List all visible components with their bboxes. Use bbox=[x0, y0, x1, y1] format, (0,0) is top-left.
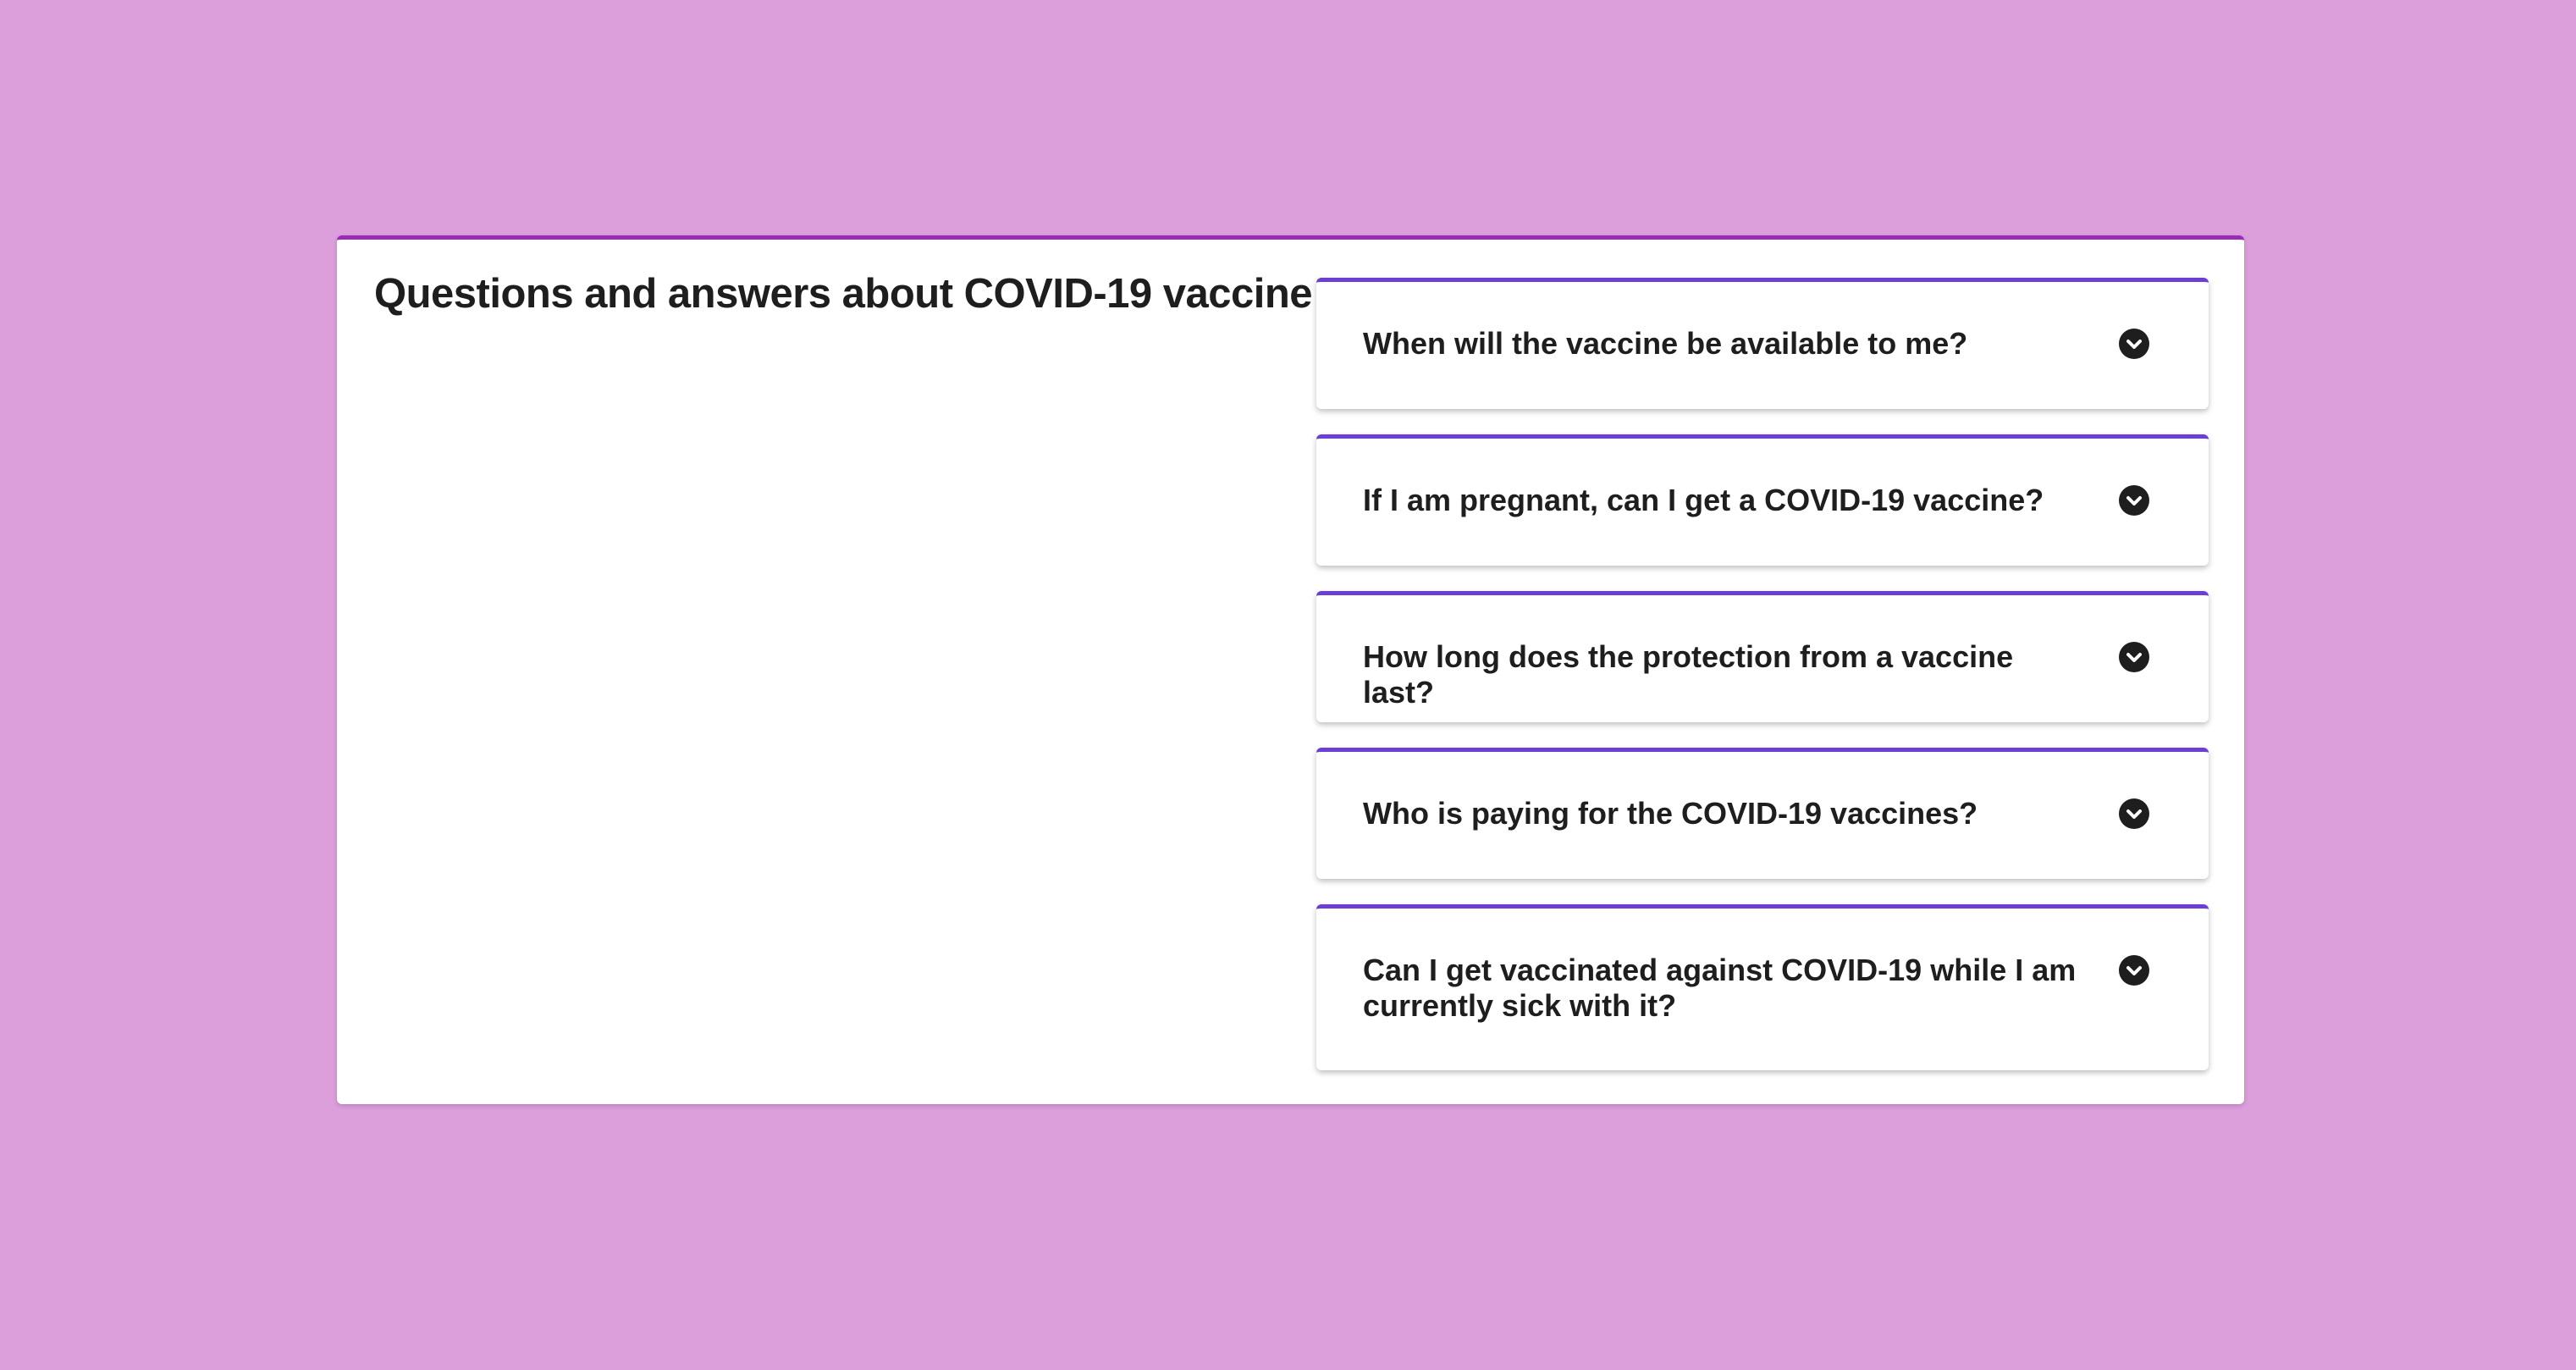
faq-item-protection-duration[interactable]: How long does the protection from a vacc… bbox=[1316, 591, 2209, 722]
faq-item-pregnancy[interactable]: If I am pregnant, can I get a COVID-19 v… bbox=[1316, 434, 2209, 566]
faq-question: Who is paying for the COVID-19 vaccines? bbox=[1363, 796, 1978, 831]
faq-card: Questions and answers about COVID-19 vac… bbox=[337, 235, 2244, 1104]
faq-question: How long does the protection from a vacc… bbox=[1363, 639, 2014, 710]
page-title: Questions and answers about COVID-19 vac… bbox=[374, 271, 1313, 317]
faq-item-vaccinate-while-sick[interactable]: Can I get vaccinated against COVID-19 wh… bbox=[1316, 904, 2209, 1070]
chevron-down-circle-icon[interactable] bbox=[2119, 798, 2149, 829]
faq-question: Can I get vaccinated against COVID-19 wh… bbox=[1363, 953, 2077, 1023]
faq-question: If I am pregnant, can I get a COVID-19 v… bbox=[1363, 483, 2044, 517]
faq-item-vaccine-availability[interactable]: When will the vaccine be available to me… bbox=[1316, 278, 2209, 409]
chevron-down-circle-icon[interactable] bbox=[2119, 955, 2149, 986]
faq-question: When will the vaccine be available to me… bbox=[1363, 326, 1968, 361]
chevron-down-circle-icon[interactable] bbox=[2119, 329, 2149, 359]
chevron-down-circle-icon[interactable] bbox=[2119, 642, 2149, 672]
chevron-down-circle-icon[interactable] bbox=[2119, 485, 2149, 516]
faq-item-who-pays[interactable]: Who is paying for the COVID-19 vaccines? bbox=[1316, 748, 2209, 879]
